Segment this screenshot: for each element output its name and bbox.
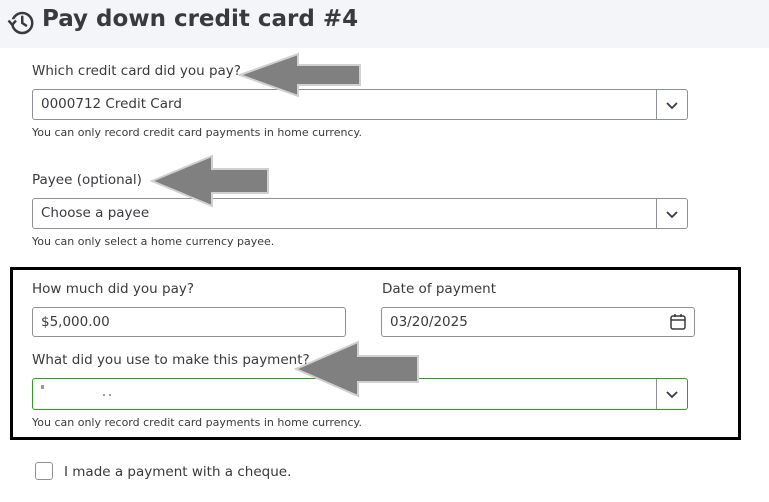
left-arrow-annotation-icon — [294, 340, 419, 398]
page-header: Pay down credit card #4 — [0, 0, 769, 48]
payee-dropdown-toggle[interactable] — [656, 199, 687, 228]
credit-card-value: 0000712 Credit Card — [41, 96, 182, 112]
redacted-value — [41, 385, 111, 396]
payment-account-dropdown-toggle[interactable] — [656, 379, 687, 409]
amount-label: How much did you pay? — [32, 281, 194, 297]
page-title: Pay down credit card #4 — [42, 6, 359, 32]
credit-card-hint: You can only record credit card payments… — [32, 126, 362, 139]
chevron-down-icon — [666, 102, 678, 110]
cheque-checkbox[interactable] — [35, 462, 53, 480]
left-arrow-annotation-icon — [238, 52, 361, 98]
payment-account-hint: You can only record credit card payments… — [32, 416, 362, 429]
payment-account-label: What did you use to make this payment? — [32, 352, 310, 368]
payee-select[interactable]: Choose a payee — [32, 198, 688, 229]
date-input[interactable]: 03/20/2025 — [381, 307, 695, 337]
cheque-label[interactable]: I made a payment with a cheque. — [64, 464, 291, 480]
left-arrow-annotation-icon — [150, 154, 269, 208]
history-icon[interactable] — [6, 8, 36, 38]
amount-input[interactable]: $5,000.00 — [32, 307, 346, 337]
chevron-down-icon — [666, 391, 678, 399]
payee-hint: You can only select a home currency paye… — [32, 235, 275, 248]
credit-card-dropdown-toggle[interactable] — [656, 90, 687, 119]
date-label: Date of payment — [382, 281, 496, 297]
payee-label: Payee (optional) — [32, 172, 142, 188]
date-value: 03/20/2025 — [390, 314, 468, 330]
calendar-icon[interactable] — [670, 313, 686, 330]
payee-placeholder: Choose a payee — [41, 205, 150, 221]
chevron-down-icon — [666, 211, 678, 219]
credit-card-label: Which credit card did you pay? — [32, 63, 241, 79]
amount-value: $5,000.00 — [41, 314, 110, 330]
